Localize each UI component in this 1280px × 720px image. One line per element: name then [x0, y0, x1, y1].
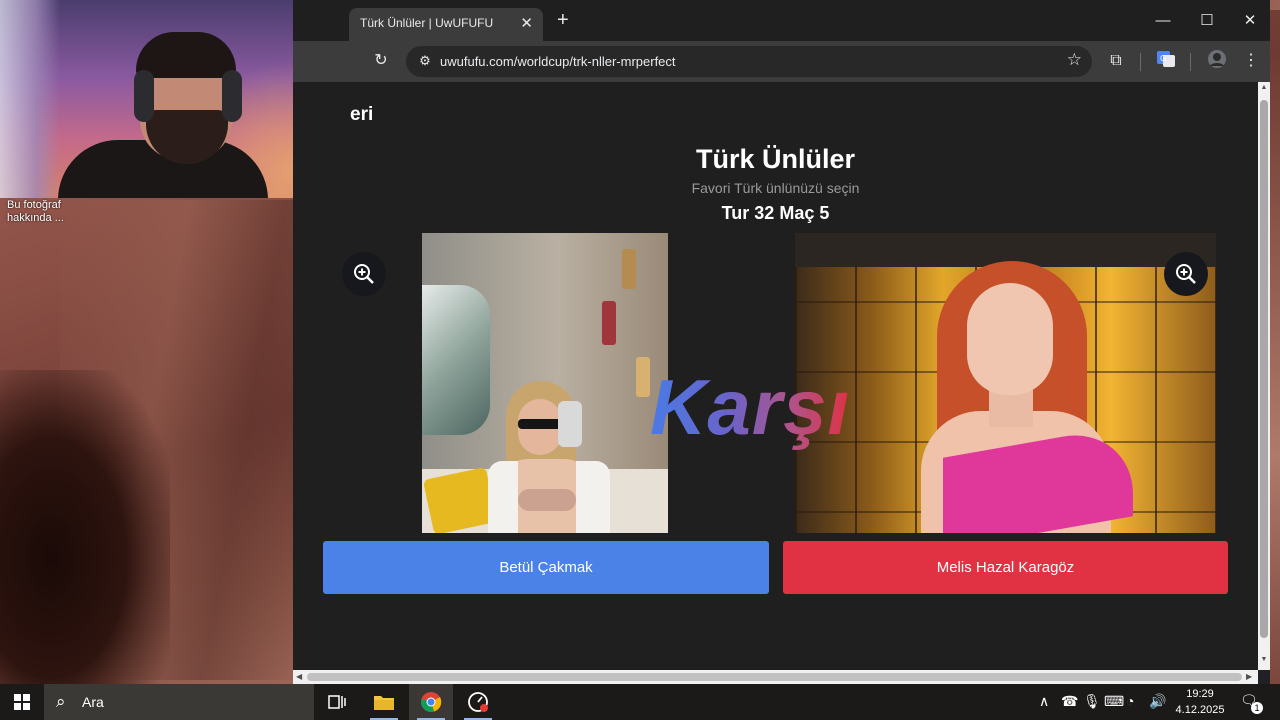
- minimize-button[interactable]: —: [1140, 8, 1186, 34]
- chevron-up-icon[interactable]: ∧: [1039, 693, 1049, 710]
- page-content: eri Türk Ünlüler Favori Türk ünlünüzü se…: [293, 82, 1258, 670]
- choose-right-button[interactable]: Melis Hazal Karagöz: [783, 541, 1228, 594]
- scroll-left-icon[interactable]: ◀: [296, 672, 302, 681]
- horizontal-scroll-thumb[interactable]: [307, 673, 1242, 681]
- page-heading-partial: eri: [350, 104, 374, 125]
- tab-active[interactable]: Türk Ünlüler | UwUFUFU ✕: [349, 8, 543, 41]
- microphone-icon[interactable]: 🎙: [1083, 693, 1101, 710]
- vertical-scroll-thumb[interactable]: [1260, 100, 1268, 638]
- translate-icon[interactable]: G: [1154, 49, 1178, 73]
- menu-icon[interactable]: ⋮: [1239, 49, 1263, 73]
- quiz-title: Türk Ünlüler: [695, 144, 856, 174]
- scroll-up-icon[interactable]: ▲: [1260, 84, 1268, 91]
- windows-icon: [14, 694, 30, 710]
- right-candidate-figure: [905, 261, 1135, 533]
- search-icon: ⌕: [56, 692, 66, 711]
- round-info: Tur 32 Maç 5: [721, 203, 830, 223]
- close-window-button[interactable]: ✕: [1227, 8, 1273, 34]
- search-placeholder: Ara: [82, 694, 104, 710]
- notification-badge: 1: [1251, 702, 1263, 714]
- tab-strip: Türk Ünlüler | UwUFUFU ✕ + — ☐ ✕: [293, 0, 1270, 41]
- phone-icon: [558, 401, 582, 447]
- clock-time: 19:29: [1186, 688, 1214, 700]
- star-icon[interactable]: ☆: [1067, 50, 1082, 70]
- profile-icon[interactable]: [1205, 49, 1229, 73]
- browser-toolbar: ↻ ⚙ uwufufu.com/worldcup/trk-nller-mrper…: [293, 41, 1270, 82]
- right-candidate-image[interactable]: [795, 233, 1216, 533]
- headset-icon: [134, 70, 154, 122]
- extensions-icon[interactable]: ⧉: [1104, 49, 1128, 73]
- left-candidate-image[interactable]: [422, 233, 668, 533]
- choose-left-button[interactable]: Betül Çakmak: [323, 541, 769, 594]
- webcam-background: [0, 0, 60, 198]
- task-view-icon[interactable]: [315, 684, 359, 720]
- meet-now-icon[interactable]: ☎: [1061, 693, 1078, 710]
- clock-date: 4.12.2025: [1175, 704, 1225, 716]
- new-tab-button[interactable]: +: [557, 10, 569, 30]
- tab-close-icon[interactable]: ✕: [520, 14, 533, 32]
- streamer: [58, 30, 268, 198]
- scroll-down-icon[interactable]: ▼: [1260, 656, 1268, 663]
- address-bar[interactable]: ⚙ uwufufu.com/worldcup/trk-nller-mrperfe…: [406, 46, 1092, 77]
- toolbar-divider: [1140, 53, 1141, 71]
- browser-window: Türk Ünlüler | UwUFUFU ✕ + — ☐ ✕ ↻ ⚙ uwu…: [293, 0, 1270, 684]
- chrome-icon[interactable]: [409, 684, 453, 720]
- zoom-in-icon[interactable]: [342, 252, 386, 296]
- file-explorer-icon[interactable]: [362, 684, 406, 720]
- toolbar-divider: [1190, 53, 1191, 71]
- start-button[interactable]: [0, 684, 44, 720]
- quiz-subtitle: Favori Türk ünlünüzü seçin: [691, 180, 860, 196]
- zoom-in-icon[interactable]: [1164, 252, 1208, 296]
- versus-label: Karşı: [650, 363, 851, 451]
- tab-title: Türk Ünlüler | UwUFUFU: [360, 16, 494, 30]
- photo-info-caption[interactable]: Bu fotoğraf hakkında ...: [7, 199, 64, 225]
- keyboard-icon[interactable]: ⌨: [1104, 693, 1124, 710]
- wallpaper-cave: [0, 370, 170, 684]
- site-settings-icon[interactable]: ⚙: [414, 50, 436, 72]
- taskbar-clock[interactable]: 19:29 4.12.2025: [1170, 686, 1230, 718]
- network-icon[interactable]: ◔: [1126, 693, 1134, 709]
- volume-icon[interactable]: 🔊: [1149, 693, 1166, 710]
- taskbar-search[interactable]: ⌕ Ara: [44, 684, 314, 720]
- speed-icon[interactable]: [456, 684, 500, 720]
- maximize-button[interactable]: ☐: [1184, 8, 1230, 34]
- vertical-scrollbar[interactable]: ▲ ▼: [1258, 82, 1270, 670]
- url-text[interactable]: uwufufu.com/worldcup/trk-nller-mrperfect: [440, 54, 676, 69]
- scroll-right-icon[interactable]: ▶: [1246, 672, 1252, 681]
- svg-text:G: G: [1160, 54, 1166, 63]
- left-candidate-figure: [488, 381, 618, 533]
- horizontal-scrollbar[interactable]: ◀ ▶: [293, 670, 1258, 684]
- reload-icon[interactable]: ↻: [369, 49, 393, 73]
- taskbar: ⌕ Ara ∧ ☎ 🎙 ⌨ ◔ 🔊 19:29 4.12.2025 🗨 1: [0, 684, 1280, 720]
